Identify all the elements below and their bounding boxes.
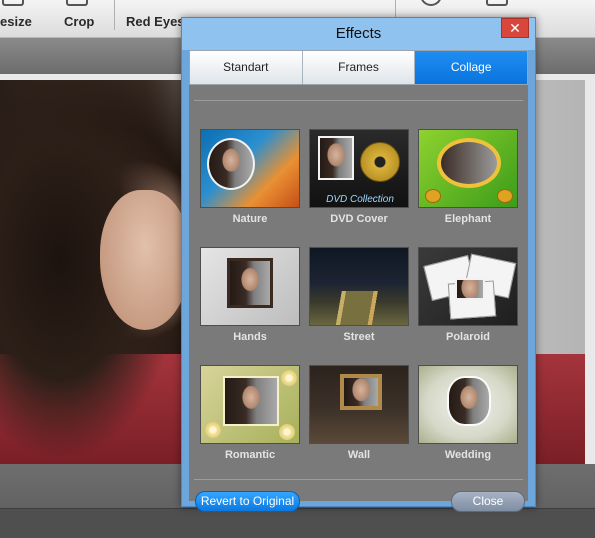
divider [194,100,523,101]
resize-button[interactable]: esize [0,0,36,38]
effect-dvd-cover[interactable]: DVD Collection DVD Cover [309,129,409,229]
effect-romantic[interactable]: Romantic [200,365,300,465]
tab-collage[interactable]: Collage [415,51,528,84]
effects-dialog: Effects ✕ Standart Frames Collage Nature… [181,17,536,512]
status-bar [0,508,595,538]
dialog-content: Standart Frames Collage Nature DVD Colle… [189,50,528,512]
revert-to-original-button[interactable]: Revert to Original [195,491,300,512]
rose-icon [279,424,295,440]
effect-elephant[interactable]: Elephant [418,129,518,229]
tab-frames[interactable]: Frames [302,51,416,84]
thumbnail-portrait [344,378,378,406]
elephant-icon [497,189,513,203]
dvd-cover-thumbnail[interactable]: DVD Collection [309,129,409,208]
wall-collage-thumbnail[interactable] [309,365,409,444]
effect-label: Street [343,331,375,343]
target-icon [420,0,442,6]
thumbnail-portrait [207,138,255,190]
thumbnail-portrait [227,258,273,308]
effect-polaroid[interactable]: Polaroid [418,247,518,347]
red-eyes-button[interactable]: Red Eyes [124,0,185,38]
effect-label: DVD Cover [330,213,388,225]
thumbnail-portrait [318,136,354,180]
tab-standart[interactable]: Standart [190,51,303,84]
dvd-collection-text: DVD Collection [326,194,394,205]
effect-label: Nature [232,213,268,225]
rose-icon [205,422,221,438]
effect-hands[interactable]: Hands [200,247,300,347]
nature-collage-thumbnail[interactable] [200,129,300,208]
tool-icon [486,0,508,6]
effect-nature[interactable]: Nature [200,129,300,229]
elephant-icon [425,189,441,203]
romantic-collage-thumbnail[interactable] [200,365,300,444]
thumbnail-portrait [223,376,279,426]
wedding-collage-thumbnail[interactable] [418,365,518,444]
street-collage-thumbnail[interactable] [309,247,409,326]
street-road [310,291,408,325]
red-eyes-label: Red Eyes [126,14,185,29]
thumbnail-portrait [447,376,491,426]
rose-icon [281,370,297,386]
effect-wall[interactable]: Wall [309,365,409,465]
hands-collage-thumbnail[interactable] [200,247,300,326]
effect-label: Polaroid [445,331,490,343]
effect-label: Romantic [224,449,276,461]
divider [194,479,523,480]
effect-wedding[interactable]: Wedding [418,365,518,465]
effect-label: Wall [347,449,371,461]
toolbar-separator [114,0,115,30]
dvd-disc-icon [360,142,400,182]
polaroid-collage-thumbnail[interactable] [418,247,518,326]
photo-face [100,190,190,330]
effect-label: Hands [233,331,267,343]
crop-label: Crop [64,14,95,29]
crop-button[interactable]: Crop [58,0,98,38]
crop-icon [66,0,88,6]
thumbnail-portrait [455,278,485,300]
resize-label: esize [0,14,32,29]
effect-label: Wedding [444,449,492,461]
thumbnail-portrait [437,138,501,188]
close-icon[interactable]: ✕ [501,18,529,38]
effect-street[interactable]: Street [309,247,409,347]
effect-label: Elephant [444,213,492,225]
resize-icon [2,0,24,6]
close-button[interactable]: Close [451,491,525,512]
elephant-collage-thumbnail[interactable] [418,129,518,208]
dialog-title: Effects [182,18,535,50]
effects-tabs: Standart Frames Collage [189,50,528,85]
